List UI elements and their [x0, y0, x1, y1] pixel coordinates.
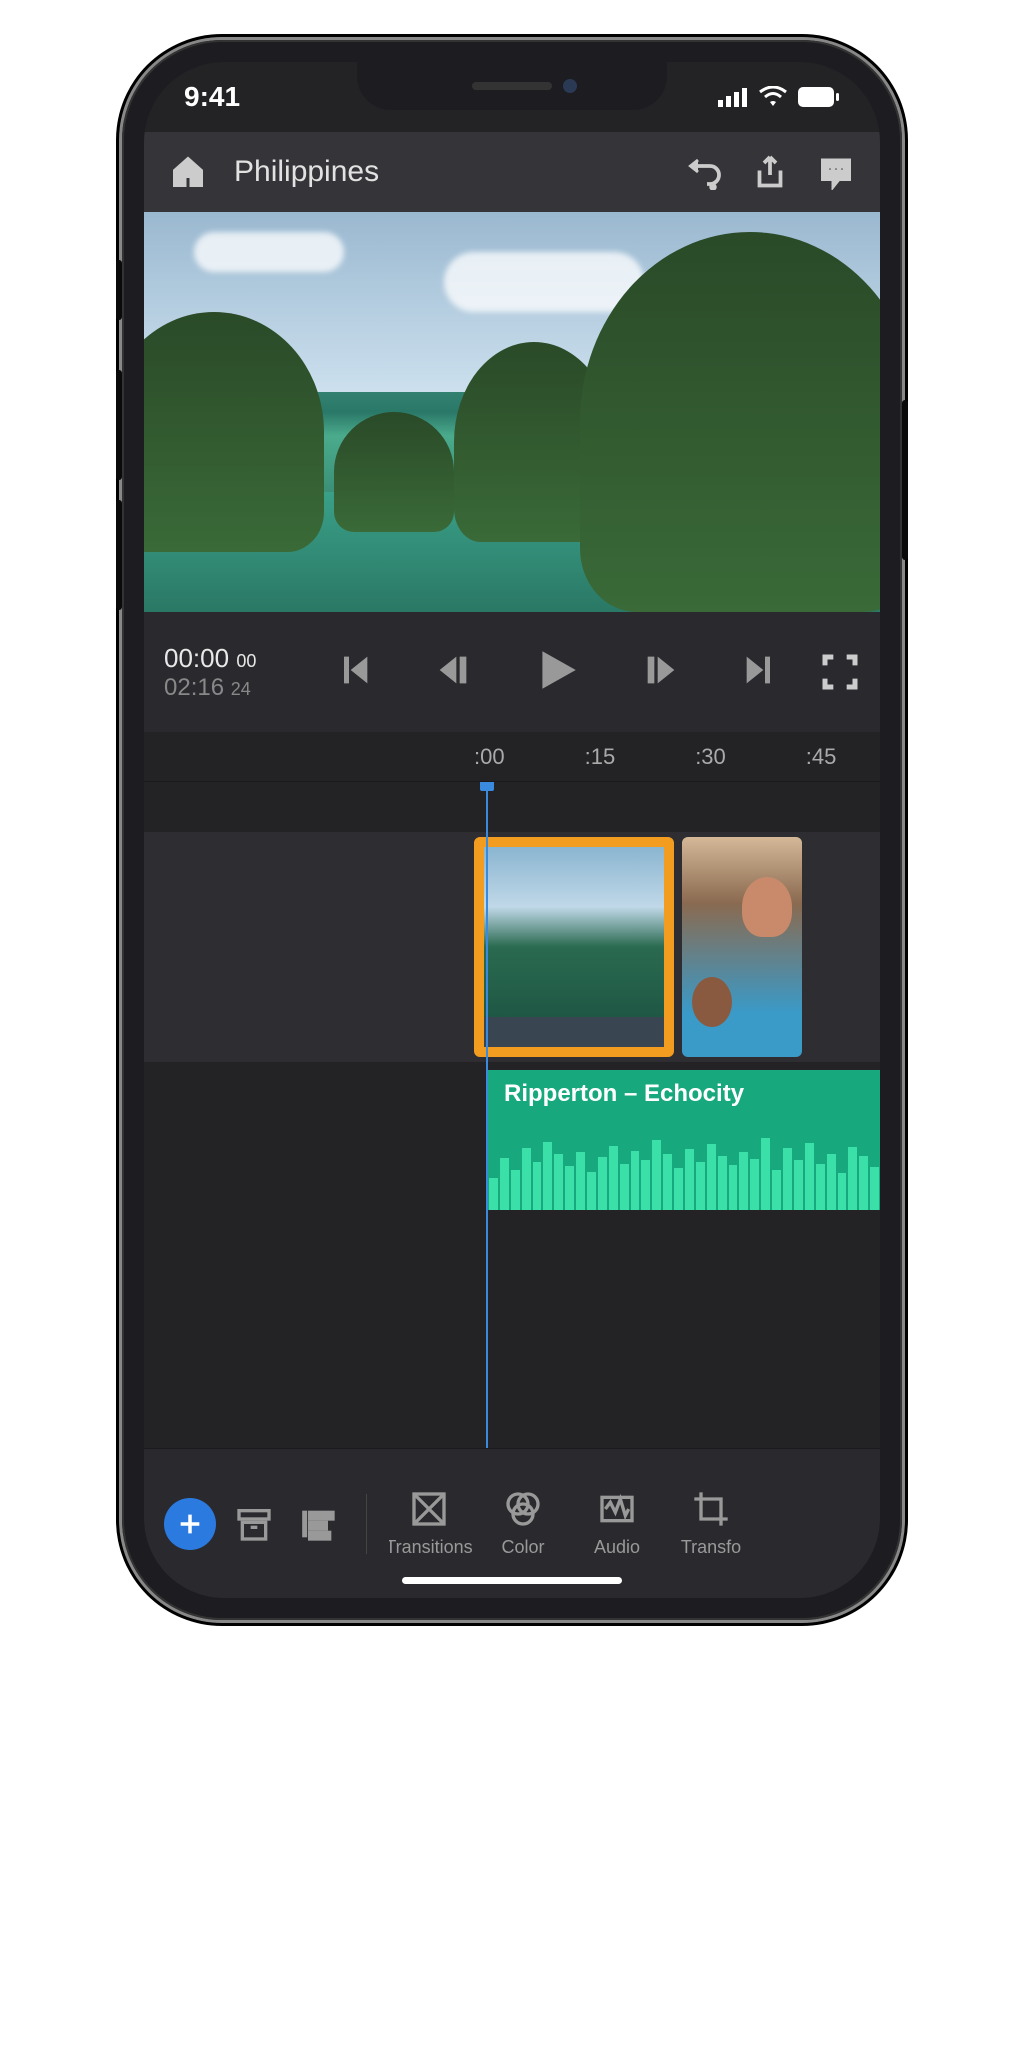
ruler-mark: :45 [806, 744, 837, 770]
audio-tool[interactable]: Audio [587, 1489, 647, 1558]
transitions-tool[interactable]: Transitions [399, 1489, 459, 1558]
audio-track[interactable]: Ripperton – Echocity [144, 1070, 880, 1210]
wifi-icon [758, 86, 788, 108]
notch [357, 62, 667, 110]
undo-icon [686, 154, 722, 190]
speech-bubble-icon [818, 154, 854, 190]
mute-switch[interactable] [116, 260, 122, 320]
add-media-button[interactable] [164, 1498, 216, 1550]
tool-label: Transitions [389, 1537, 473, 1558]
color-tool[interactable]: Color [493, 1489, 553, 1558]
fullscreen-icon [820, 652, 860, 692]
toolbar-divider [366, 1494, 367, 1554]
screen: 9:41 Philippines [144, 62, 880, 1598]
go-to-start-button[interactable] [334, 650, 374, 695]
plus-icon [176, 1510, 204, 1538]
frame-back-icon [433, 650, 473, 690]
archive-icon [234, 1504, 274, 1544]
project-title: Philippines [234, 155, 658, 189]
timecodes: 00:00 00 02:16 24 [164, 643, 294, 702]
align-left-icon [298, 1504, 338, 1544]
ruler-mark: :15 [585, 744, 616, 770]
transitions-icon [409, 1489, 449, 1529]
current-timecode: 00:00 00 [164, 643, 294, 674]
battery-icon [798, 87, 840, 107]
phone-frame: 9:41 Philippines [122, 40, 902, 1620]
status-indicators [718, 86, 840, 108]
fullscreen-button[interactable] [820, 652, 860, 692]
cellular-signal-icon [718, 87, 748, 107]
tool-label: Color [501, 1537, 544, 1558]
video-clip[interactable] [682, 837, 802, 1057]
share-button[interactable] [750, 152, 790, 192]
share-icon [752, 154, 788, 190]
home-icon [170, 154, 206, 190]
project-panel-button[interactable] [228, 1504, 280, 1544]
audio-icon [597, 1489, 637, 1529]
audio-clip[interactable]: Ripperton – Echocity [488, 1070, 880, 1210]
skip-forward-icon [740, 650, 780, 690]
timeline[interactable]: Ripperton – Echocity [144, 782, 880, 1448]
go-to-end-button[interactable] [740, 650, 780, 695]
audio-clip-label: Ripperton – Echocity [504, 1080, 864, 1108]
video-clip-selected[interactable] [474, 837, 674, 1057]
step-forward-button[interactable] [641, 650, 681, 695]
volume-up-button[interactable] [116, 370, 122, 480]
play-controls [294, 645, 820, 700]
step-back-button[interactable] [433, 650, 473, 695]
timeline-options-button[interactable] [292, 1504, 344, 1544]
color-icon [503, 1489, 543, 1529]
volume-down-button[interactable] [116, 500, 122, 610]
audio-waveform [488, 1130, 880, 1210]
play-icon [532, 645, 582, 695]
home-button[interactable] [168, 152, 208, 192]
skip-back-icon [334, 650, 374, 690]
playhead[interactable] [486, 782, 488, 1448]
tool-scroll[interactable]: Transitions Color Audio Transfo [389, 1489, 860, 1558]
crop-icon [691, 1489, 731, 1529]
tool-label: Audio [594, 1537, 640, 1558]
video-preview[interactable] [144, 212, 880, 612]
home-indicator[interactable] [402, 1577, 622, 1584]
bottom-toolbar: Transitions Color Audio Transfo [144, 1448, 880, 1598]
play-button[interactable] [532, 645, 582, 700]
app-header: Philippines [144, 132, 880, 212]
tool-label: Transfo [681, 1537, 741, 1558]
video-track[interactable] [144, 832, 880, 1062]
transport-bar: 00:00 00 02:16 24 [144, 612, 880, 732]
ruler-mark: :30 [695, 744, 726, 770]
status-time: 9:41 [184, 81, 240, 113]
comments-button[interactable] [816, 152, 856, 192]
ruler-mark: :00 [474, 744, 505, 770]
total-timecode: 02:16 24 [164, 674, 294, 702]
power-button[interactable] [902, 400, 908, 560]
time-ruler[interactable]: :00 :15 :30 :45 [144, 732, 880, 782]
transform-tool[interactable]: Transfo [681, 1489, 741, 1558]
frame-forward-icon [641, 650, 681, 690]
undo-button[interactable] [684, 152, 724, 192]
